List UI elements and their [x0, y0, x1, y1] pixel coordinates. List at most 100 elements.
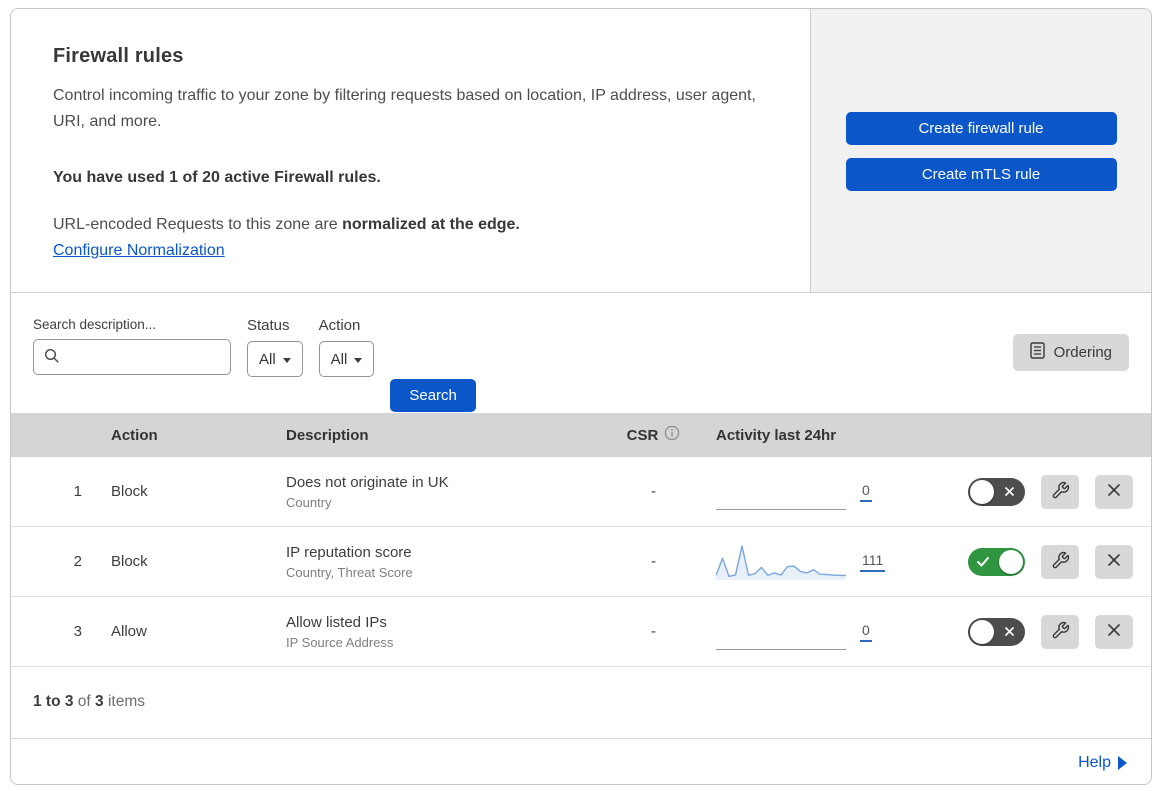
rule-activity-cell: 0 — [701, 614, 931, 650]
rule-description: IP reputation score — [286, 543, 412, 561]
rule-criteria: IP Source Address — [286, 634, 394, 650]
info-icon[interactable] — [664, 425, 680, 445]
items-range: 1 to 3 — [33, 693, 74, 710]
search-input[interactable] — [33, 339, 231, 375]
help-row: Help — [11, 738, 1151, 784]
usage-summary: You have used 1 of 20 active Firewall ru… — [53, 168, 381, 186]
wrench-icon — [1051, 551, 1070, 573]
rule-criteria: Country, Threat Score — [286, 564, 413, 580]
table-header: Action Description CSR Activity last 24h… — [11, 413, 1151, 457]
delete-rule-button[interactable] — [1095, 544, 1133, 579]
edit-rule-button[interactable] — [1041, 544, 1079, 579]
rule-description-cell: IP reputation score Country, Threat Scor… — [286, 544, 606, 580]
normalization-note: URL-encoded Requests to this zone are no… — [53, 216, 768, 234]
rule-description: Does not originate in UK — [286, 473, 449, 491]
delete-rule-button[interactable] — [1095, 614, 1133, 649]
rule-enabled-toggle[interactable] — [968, 617, 1025, 646]
rule-criteria: Country — [286, 494, 332, 510]
activity-sparkline-chart — [716, 544, 846, 580]
rule-description: Allow listed IPs — [286, 613, 387, 631]
header-section: Firewall rules Control incoming traffic … — [11, 9, 1151, 293]
close-icon — [1105, 481, 1123, 502]
action-select-value: All — [330, 350, 348, 368]
toggle-off-x-icon — [1003, 485, 1016, 502]
rule-csr-value: - — [651, 623, 656, 640]
activity-count-link[interactable]: 111 — [860, 552, 886, 572]
normalization-note-bold: normalized at the edge. — [342, 215, 520, 233]
search-box — [33, 339, 231, 375]
table-row: 1 Block Does not originate in UK Country… — [11, 457, 1151, 527]
edit-rule-button[interactable] — [1041, 614, 1079, 649]
toggle-on-check-icon — [976, 555, 990, 572]
wrench-icon — [1051, 481, 1070, 503]
column-header-csr: CSR — [606, 425, 701, 445]
help-link-label: Help — [1078, 753, 1111, 771]
header-text-block: Firewall rules Control incoming traffic … — [11, 9, 810, 292]
status-label: Status — [247, 317, 290, 334]
items-total: 3 — [95, 693, 104, 710]
table-row: 3 Allow Allow listed IPs IP Source Addre… — [11, 597, 1151, 667]
rule-activity-cell: 111 — [701, 544, 931, 580]
header-actions-panel: Create firewall rule Create mTLS rule — [810, 9, 1151, 292]
rule-priority: 1 — [73, 483, 82, 500]
ordering-button[interactable]: Ordering — [1012, 334, 1129, 371]
create-firewall-rule-button[interactable]: Create firewall rule — [845, 112, 1117, 145]
close-icon — [1105, 551, 1123, 572]
rule-csr-value: - — [651, 553, 656, 570]
table-row: 2 Block IP reputation score Country, Thr… — [11, 527, 1151, 597]
rule-description-cell: Does not originate in UK Country — [286, 474, 606, 510]
wrench-icon — [1051, 621, 1070, 643]
toggle-knob — [970, 619, 994, 644]
rule-action: Allow — [111, 623, 147, 640]
column-header-activity: Activity last 24hr — [716, 426, 837, 444]
help-arrow-icon — [1118, 755, 1127, 770]
status-select[interactable]: All — [247, 341, 303, 377]
csr-header-label: CSR — [626, 426, 659, 444]
action-filter-group: Action All — [318, 317, 375, 377]
column-header-description: Description — [286, 426, 369, 444]
toggle-knob — [999, 549, 1023, 574]
rule-action: Block — [111, 553, 148, 570]
search-label: Search description... — [33, 317, 157, 332]
search-button[interactable]: Search — [390, 379, 476, 412]
ordering-list-icon — [1029, 342, 1045, 363]
rule-action: Block — [111, 483, 148, 500]
rule-controls — [931, 474, 1151, 509]
activity-sparkline-flat — [716, 474, 846, 510]
chevron-down-icon — [354, 357, 363, 363]
toggle-off-x-icon — [1003, 625, 1016, 642]
rule-enabled-toggle[interactable] — [968, 547, 1025, 576]
close-icon — [1105, 621, 1123, 642]
rule-csr-value: - — [651, 483, 656, 500]
normalization-note-prefix: URL-encoded Requests to this zone are — [53, 215, 343, 233]
delete-rule-button[interactable] — [1095, 474, 1133, 509]
help-link[interactable]: Help — [1078, 754, 1127, 772]
rule-priority: 3 — [73, 623, 82, 640]
edit-rule-button[interactable] — [1041, 474, 1079, 509]
action-select[interactable]: All — [318, 341, 375, 377]
search-group: Search description... — [33, 317, 231, 375]
rule-priority: 2 — [73, 553, 82, 570]
pagination-summary: 1 to 3 of 3 items — [11, 667, 1151, 738]
toggle-knob — [970, 479, 994, 504]
chevron-down-icon — [282, 357, 291, 363]
configure-normalization-link[interactable]: Configure Normalization — [53, 242, 225, 260]
create-mtls-rule-button[interactable]: Create mTLS rule — [845, 158, 1117, 191]
column-header-action: Action — [111, 426, 158, 444]
page-description: Control incoming traffic to your zone by… — [53, 87, 756, 131]
items-of-word: of — [77, 693, 91, 710]
items-word: items — [107, 693, 146, 710]
activity-count-link[interactable]: 0 — [860, 622, 872, 642]
ordering-button-label: Ordering — [1053, 344, 1112, 361]
status-filter-group: Status All — [247, 317, 303, 377]
status-select-value: All — [259, 350, 276, 368]
rule-enabled-toggle[interactable] — [968, 477, 1025, 506]
search-icon — [44, 348, 60, 369]
activity-count-link[interactable]: 0 — [860, 482, 872, 502]
rule-controls — [931, 614, 1151, 649]
filter-bar: Search description... Status All Action … — [11, 293, 1151, 413]
activity-sparkline-flat — [716, 614, 846, 650]
page-title: Firewall rules — [53, 45, 184, 67]
rule-activity-cell: 0 — [701, 474, 931, 510]
firewall-rules-panel: Firewall rules Control incoming traffic … — [10, 8, 1152, 785]
